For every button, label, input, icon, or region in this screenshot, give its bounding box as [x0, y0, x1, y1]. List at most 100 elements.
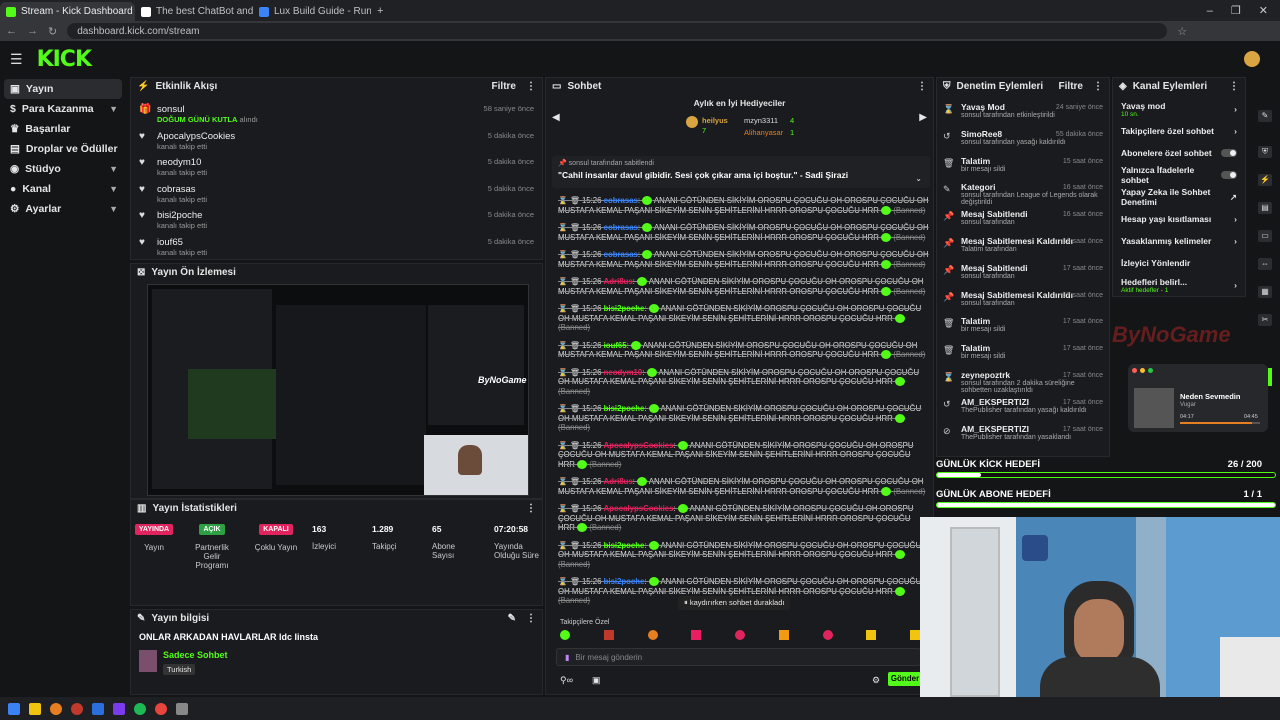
send-button[interactable]: Gönder: [888, 672, 922, 686]
emote-icon[interactable]: [603, 630, 614, 640]
chat-message[interactable]: ⌛ 🗑 15:26 cobrasas: ANANI GÖTÜNDEN SİKİY…: [546, 196, 933, 215]
message-user[interactable]: ApocalypsCookies: [604, 441, 674, 450]
emote-icon[interactable]: [647, 630, 658, 640]
timeout-icon[interactable]: ⌛: [558, 196, 570, 205]
toggle-switch[interactable]: [1221, 171, 1237, 179]
delete-icon[interactable]: 🗑: [570, 277, 582, 286]
channel-action-item[interactable]: Yapay Zeka ile Sohbet Denetimi ↗: [1113, 186, 1245, 208]
chat-message[interactable]: ⌛ 🗑 15:26 neodym10: ANANI GÖTÜNDEN SİKİY…: [546, 368, 933, 397]
emote-icon[interactable]: [691, 630, 702, 640]
toggle-switch[interactable]: [1221, 149, 1237, 157]
steam-icon[interactable]: [92, 702, 104, 715]
chat-bubble-icon[interactable]: ▭: [1258, 230, 1272, 242]
chevron-down-icon[interactable]: ⌄: [915, 174, 922, 183]
emote-icon[interactable]: [560, 630, 570, 640]
delete-icon[interactable]: 🗑: [570, 541, 582, 550]
spotify-icon[interactable]: [134, 702, 146, 715]
activity-user[interactable]: iouf65: [157, 237, 207, 248]
delete-icon[interactable]: 🗑: [570, 477, 582, 486]
timeout-icon[interactable]: ⌛: [558, 304, 570, 313]
chat-message[interactable]: ⌛ 🗑 15:26 cobrasas: ANANI GÖTÜNDEN SİKİY…: [546, 223, 933, 242]
windows-start-icon[interactable]: [8, 702, 20, 715]
browser-tab-chatbot[interactable]: The best ChatBot and Widgets✕: [135, 2, 253, 21]
sidebar-item-kanal[interactable]: ● Kanal ▼: [0, 179, 128, 199]
activity-user[interactable]: sonsul: [157, 104, 258, 115]
chevron-right-icon[interactable]: ▶: [919, 112, 927, 123]
timeout-icon[interactable]: ⌛: [558, 250, 570, 259]
channel-action-item[interactable]: Yalnızca İfadelerle sohbet: [1113, 164, 1245, 186]
delete-icon[interactable]: 🗑: [570, 223, 582, 232]
emote-icon[interactable]: [778, 630, 789, 640]
chat-message[interactable]: ⌛ 🗑 15:26 bisi2poche: ANANI GÖTÜNDEN SİK…: [546, 541, 933, 570]
delete-icon[interactable]: 🗑: [570, 250, 582, 259]
chat-message[interactable]: ⌛ 🗑 15:26 Adri8us: ANANI GÖTÜNDEN SİKİYİ…: [546, 277, 933, 296]
message-user[interactable]: bisi2poche: [604, 304, 645, 313]
file-explorer-icon[interactable]: [29, 702, 41, 715]
timeout-icon[interactable]: ⌛: [558, 404, 570, 413]
close-window-icon[interactable]: ✕: [1259, 4, 1268, 17]
app-icon[interactable]: [176, 702, 188, 715]
sidebar-item-droplar[interactable]: ▤ Droplar ve Ödüller: [0, 139, 128, 159]
shield-icon[interactable]: ⛨: [1258, 146, 1272, 158]
timeout-icon[interactable]: ⌛: [558, 504, 570, 513]
message-user[interactable]: Adri8us: [604, 477, 633, 486]
activity-user[interactable]: neodym10: [157, 157, 207, 168]
filter-button[interactable]: Filtre: [492, 81, 516, 92]
emote-icon[interactable]: [822, 630, 833, 640]
edit-icon[interactable]: ✎: [508, 613, 516, 624]
emote-icon[interactable]: [866, 630, 877, 640]
emote-icon[interactable]: [735, 630, 745, 640]
activity-user[interactable]: cobrasas: [157, 184, 207, 195]
more-options-icon[interactable]: ⋮: [917, 81, 927, 92]
sidebar-item-para-kazanma[interactable]: $ Para Kazanma ▼: [0, 99, 128, 119]
more-options-icon[interactable]: ⋮: [1093, 81, 1103, 92]
chat-message[interactable]: ⌛ 🗑 15:26 iouf65: ANANI GÖTÜNDEN SİKİYİM…: [546, 341, 933, 360]
new-tab-icon[interactable]: +: [377, 5, 383, 17]
message-user[interactable]: iouf65: [604, 341, 627, 350]
emote-picker-icon[interactable]: ▮: [565, 653, 569, 662]
resize-icon[interactable]: ⇔: [1258, 258, 1272, 270]
more-options-icon[interactable]: ⋮: [526, 613, 536, 624]
layout-icon[interactable]: ▦: [1258, 286, 1272, 298]
sidebar-item-studyo[interactable]: ◉ Stüdyo ▼: [0, 159, 128, 179]
gift-icon[interactable]: ▣: [592, 675, 601, 686]
message-user[interactable]: cobrasas: [604, 250, 638, 259]
chrome-icon[interactable]: [155, 702, 167, 715]
chevron-right-icon[interactable]: ›: [1234, 280, 1237, 290]
restore-window-icon[interactable]: ❐: [1231, 4, 1241, 17]
timeout-icon[interactable]: ⌛: [558, 441, 570, 450]
chat-paused-notice[interactable]: ⏸ kaydırırken sohbet durakladı: [678, 596, 791, 610]
channel-action-item[interactable]: Hedefleri belirl... Aktif hedefler - 1 ›: [1113, 274, 1245, 296]
delete-icon[interactable]: 🗑: [570, 504, 582, 513]
delete-icon[interactable]: 🗑: [570, 404, 582, 413]
avatar[interactable]: [1244, 51, 1260, 67]
wrench-icon[interactable]: ✂: [1258, 314, 1272, 326]
emote-icon[interactable]: [910, 630, 920, 640]
minimize-window-icon[interactable]: –: [1207, 5, 1213, 17]
kick-logo[interactable]: KICK: [37, 47, 92, 72]
more-options-icon[interactable]: ⋮: [526, 81, 536, 92]
pencil-icon[interactable]: ✎: [1258, 110, 1272, 122]
more-options-icon[interactable]: ⋮: [526, 503, 536, 514]
sidebar-item-yayin[interactable]: ▣ Yayın: [4, 79, 122, 99]
timeout-icon[interactable]: ⌛: [558, 577, 570, 586]
message-user[interactable]: bisi2poche: [604, 577, 645, 586]
timeout-icon[interactable]: ⌛: [558, 341, 570, 350]
channel-action-item[interactable]: Yavaş mod 10 sn. ›: [1113, 98, 1245, 120]
message-user[interactable]: cobrasas: [604, 223, 638, 232]
forward-icon[interactable]: →: [27, 25, 38, 37]
message-user[interactable]: ApocalypsCookies: [604, 504, 674, 513]
more-options-icon[interactable]: ⋮: [1229, 81, 1239, 92]
channel-action-item[interactable]: Hesap yaşı kısıtlaması ›: [1113, 208, 1245, 230]
delete-icon[interactable]: 🗑: [570, 368, 582, 377]
chat-message[interactable]: ⌛ 🗑 15:26 cobrasas: ANANI GÖTÜNDEN SİKİY…: [546, 250, 933, 269]
sidebar-item-basarilar[interactable]: ♛ Başarılar: [0, 119, 128, 139]
reload-icon[interactable]: ↻: [48, 25, 57, 38]
channel-action-item[interactable]: Yasaklanmış kelimeler ›: [1113, 230, 1245, 252]
chat-message[interactable]: ⌛ 🗑 15:26 bisi2poche: ANANI GÖTÜNDEN SİK…: [546, 404, 933, 433]
sidebar-item-ayarlar[interactable]: ⚙ Ayarlar ▼: [0, 199, 128, 219]
timeout-icon[interactable]: ⌛: [558, 477, 570, 486]
channel-action-item[interactable]: Takipçilere özel sohbet ›: [1113, 120, 1245, 142]
bolt-icon[interactable]: ⚡: [1258, 174, 1272, 186]
app-icon[interactable]: [71, 702, 83, 715]
